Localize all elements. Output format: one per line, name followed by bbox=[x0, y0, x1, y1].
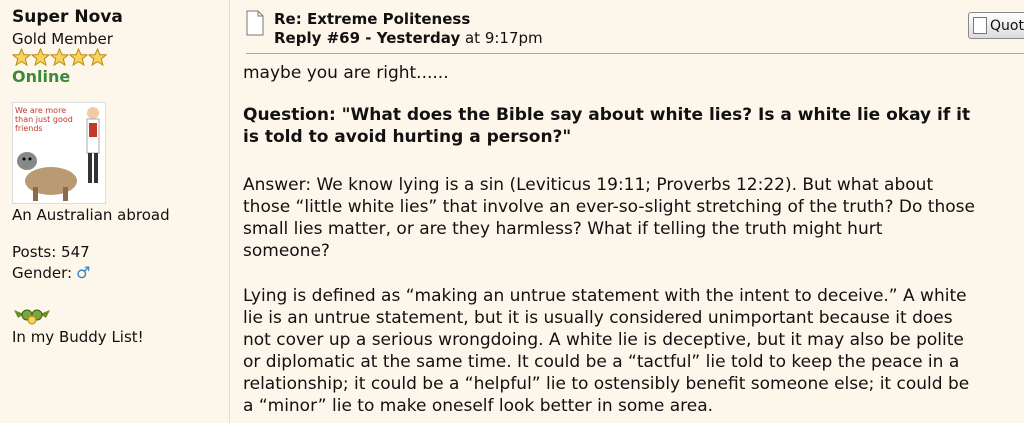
post-header: Re: Extreme Politeness Reply #69 - Yeste… bbox=[246, 9, 1024, 54]
definition-text: not cover up a serious wrongdoing. A whi… bbox=[243, 330, 964, 350]
star-icon bbox=[88, 48, 107, 66]
gender: Gender: ♂ bbox=[12, 263, 90, 282]
star-icon bbox=[69, 48, 88, 66]
answer-text: those “little white lies” that involve a… bbox=[243, 197, 975, 217]
reply-number: Reply #69 - Yesterday bbox=[274, 29, 461, 47]
answer-text: someone? bbox=[243, 241, 330, 261]
rank-stars bbox=[12, 48, 107, 66]
buddy-list-text: In my Buddy List! bbox=[12, 328, 144, 346]
poster-sidebar: Super Nova Gold Member Online We are mor… bbox=[0, 0, 230, 423]
gender-label: Gender: bbox=[12, 263, 73, 282]
star-icon bbox=[12, 48, 31, 66]
poster-location: An Australian abroad bbox=[12, 206, 170, 224]
post-meta: Reply #69 - Yesterday at 9:17pm bbox=[274, 29, 543, 47]
definition-text: lie is an untrue statement, but it is us… bbox=[243, 308, 953, 328]
male-icon: ♂ bbox=[76, 263, 91, 282]
avatar-image bbox=[17, 107, 100, 201]
quote-label: Quote bbox=[990, 17, 1024, 34]
quote-icon bbox=[973, 17, 987, 34]
online-status: Online bbox=[12, 67, 71, 86]
definition-text: Lying is defined as “making an untrue st… bbox=[243, 286, 967, 306]
definition-text: a “minor” lie to make oneself look bette… bbox=[243, 396, 714, 416]
post-text-line: maybe you are right...... bbox=[243, 63, 449, 83]
post-time: at 9:17pm bbox=[460, 29, 543, 47]
answer-text: Answer: We know lying is a sin (Leviticu… bbox=[243, 175, 934, 195]
star-icon bbox=[31, 48, 50, 66]
question-text: is told to avoid hurting a person?" bbox=[243, 127, 572, 147]
answer-text: small lies matter, or are they harmless?… bbox=[243, 219, 883, 239]
poster-name[interactable]: Super Nova bbox=[12, 7, 123, 27]
post-count: Posts: 547 bbox=[12, 243, 90, 261]
definition-text: relationship; it could be a “helpful” li… bbox=[243, 374, 970, 394]
avatar[interactable]: We are more than just good friends bbox=[12, 102, 106, 204]
star-icon bbox=[50, 48, 69, 66]
question-text: Question: "What does the Bible say about… bbox=[243, 105, 971, 125]
post-title[interactable]: Re: Extreme Politeness bbox=[274, 10, 470, 28]
buddy-icon bbox=[14, 309, 50, 325]
post-icon bbox=[246, 10, 264, 36]
poster-rank: Gold Member bbox=[12, 30, 113, 48]
definition-text: or diplomatic at the same time. It could… bbox=[243, 352, 960, 372]
quote-button[interactable]: Quote bbox=[968, 12, 1024, 39]
